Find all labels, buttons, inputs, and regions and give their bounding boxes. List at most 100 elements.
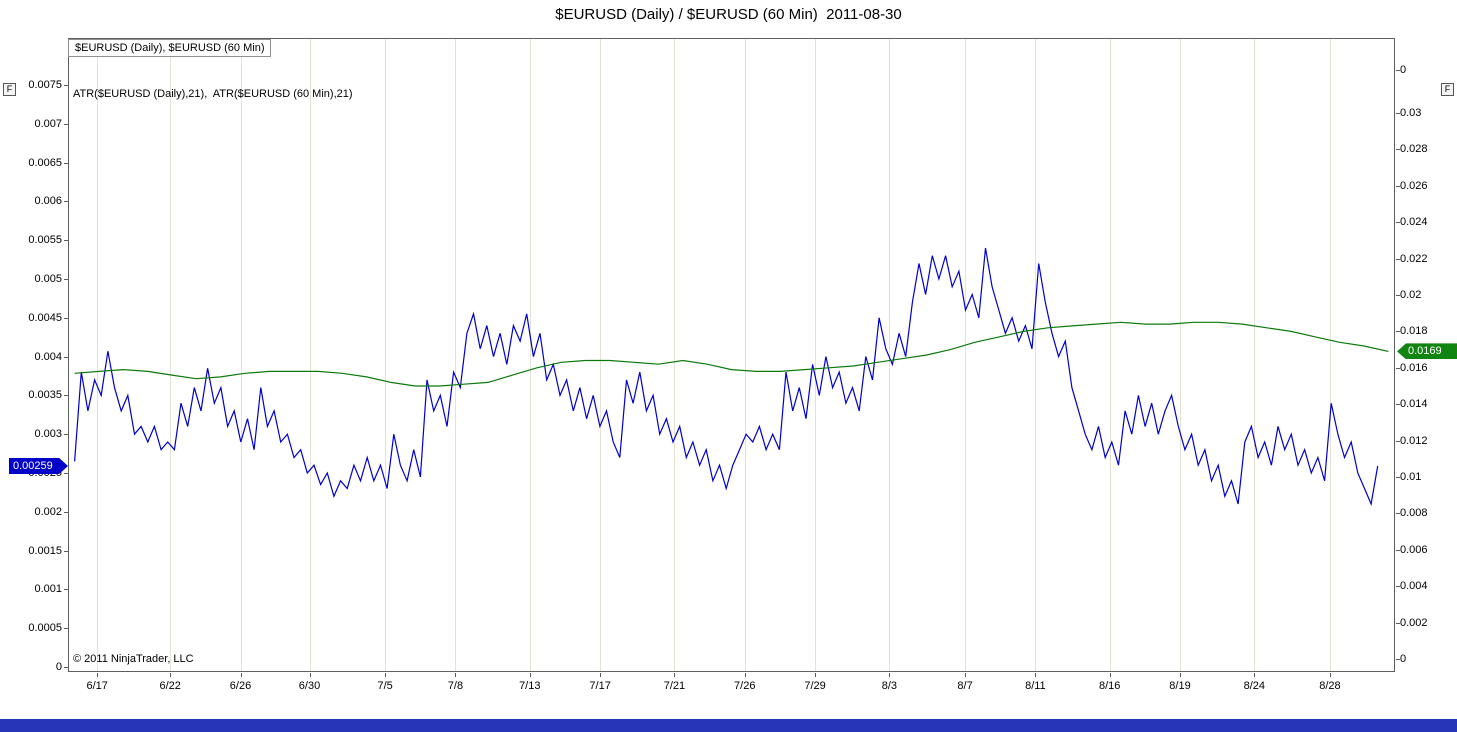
- x-axis-tick-label: 7/5: [377, 680, 393, 692]
- left-axis-tick-label: 0.006: [34, 195, 62, 208]
- x-axis-tick-label: 8/19: [1169, 680, 1191, 692]
- left-axis-tick-label: 0.003: [34, 428, 62, 441]
- x-axis-tick-label: 6/26: [229, 680, 252, 692]
- right-axis-tick: [1396, 222, 1400, 224]
- indicator-panel-label: ATR($EURUSD (Daily),21), ATR($EURUSD (60…: [73, 88, 353, 100]
- panel-focus-button-left[interactable]: F: [3, 83, 16, 96]
- x-axis-tick: [170, 673, 171, 677]
- right-axis-tick-label: 0.002: [1400, 616, 1428, 629]
- right-axis-tick: [1396, 258, 1400, 260]
- right-axis-tick: [1396, 185, 1400, 187]
- x-axis-tick: [241, 673, 242, 677]
- x-axis-tick-label: 8/11: [1025, 680, 1046, 692]
- right-axis-tick-label: 0.014: [1400, 398, 1428, 411]
- right-axis-tick-label: 0.008: [1400, 507, 1428, 520]
- x-axis-tick-label: 8/7: [957, 680, 973, 692]
- left-axis-tick: [64, 628, 68, 630]
- x-axis-tick: [674, 673, 675, 677]
- left-axis-tick: [64, 85, 68, 86]
- x-axis-tick: [1110, 673, 1111, 677]
- right-axis-tick: [1396, 549, 1400, 551]
- x-axis-tick: [385, 673, 386, 677]
- right-axis-tick: [1396, 586, 1400, 588]
- left-axis-tick: [64, 434, 68, 436]
- x-axis-tick-label: 7/13: [519, 680, 541, 692]
- right-axis-tick-label: 0: [1400, 653, 1407, 665]
- atr-daily-line: [74, 321, 1389, 387]
- left-axis-tick: [64, 240, 68, 242]
- left-axis-tick-label: 0.007: [34, 117, 62, 130]
- right-axis-tick: [1396, 622, 1400, 624]
- right-axis-tick: [1396, 513, 1400, 515]
- x-axis-tick: [1180, 673, 1181, 677]
- atr-60min-line: [74, 247, 1379, 507]
- right-axis-tick-label: 0.006: [1400, 543, 1428, 556]
- right-axis-tick-label: 0.022: [1400, 252, 1428, 265]
- x-axis-tick: [455, 673, 456, 677]
- x-axis-tick: [600, 673, 601, 677]
- x-axis-tick: [1330, 673, 1331, 677]
- blue-price-marker: 0.00259: [9, 458, 68, 475]
- x-axis-tick-label: 7/8: [447, 680, 464, 692]
- left-axis-tick: [64, 201, 68, 203]
- left-axis-tick-label: 0.0035: [28, 389, 62, 402]
- left-axis-tick: [64, 279, 68, 280]
- left-axis-tick: [64, 589, 68, 591]
- green-price-marker: 0.0169: [1397, 343, 1457, 360]
- right-axis-tick-label: 0.028: [1400, 143, 1428, 156]
- x-axis-tick: [889, 673, 890, 677]
- x-axis-tick-label: 6/22: [159, 680, 181, 692]
- left-axis-tick: [64, 511, 68, 513]
- left-axis-tick-label: 0.0065: [28, 156, 62, 169]
- right-axis-tick: [1396, 440, 1400, 442]
- left-axis-tick: [64, 356, 68, 358]
- x-axis-tick-label: 7/21: [663, 680, 686, 692]
- left-axis-tick-label: 0.004: [34, 350, 62, 363]
- right-axis-tick: [1396, 113, 1400, 114]
- left-axis-tick-label: 0: [55, 661, 62, 673]
- left-axis-tick-label: 0.0045: [28, 311, 62, 324]
- left-axis-tick-label: 0.0015: [28, 544, 62, 557]
- left-axis-tick-label: 0.005: [34, 273, 62, 285]
- right-axis-tick-label: 0.03: [1400, 107, 1422, 119]
- blue-price-value: 0.00259: [13, 460, 53, 473]
- left-axis-tick: [64, 123, 68, 125]
- x-axis-tick: [530, 673, 531, 677]
- x-axis-tick: [1254, 673, 1255, 677]
- panel-focus-button-right[interactable]: F: [1441, 83, 1454, 96]
- right-axis-tick-label: 0.016: [1400, 361, 1428, 374]
- right-axis-tick: [1396, 477, 1400, 478]
- price-panel-label: $EURUSD (Daily), $EURUSD (60 Min): [68, 39, 272, 57]
- left-axis-tick-label: 0.0005: [28, 622, 62, 635]
- x-axis-tick-label: 8/24: [1243, 680, 1266, 692]
- left-axis-tick: [64, 667, 68, 668]
- right-axis-tick: [1396, 659, 1400, 660]
- x-axis-tick-label: 7/17: [589, 680, 611, 692]
- right-axis-tick: [1396, 367, 1400, 369]
- x-axis-tick: [97, 673, 98, 677]
- left-axis-tick: [64, 317, 68, 319]
- right-axis-tick: [1396, 295, 1400, 296]
- x-axis-tick-label: 7/29: [804, 680, 826, 692]
- x-axis-tick: [965, 673, 966, 677]
- x-axis-tick-label: 6/17: [86, 680, 108, 692]
- right-axis-tick: [1396, 331, 1400, 333]
- green-price-value: 0.0169: [1408, 345, 1442, 358]
- plot-area[interactable]: [68, 38, 1395, 672]
- right-axis-tick: [1396, 149, 1400, 151]
- left-axis-tick: [64, 473, 68, 474]
- copyright-text: © 2011 NinjaTrader, LLC: [73, 653, 194, 665]
- right-axis-tick-label: 0.004: [1400, 580, 1428, 593]
- right-axis-tick-label: 0.026: [1400, 179, 1428, 192]
- price-panel-axis-label: 0: [1400, 64, 1407, 76]
- left-axis-tick: [64, 395, 68, 397]
- x-axis-tick: [815, 673, 816, 677]
- price-panel-axis-tick: [1396, 70, 1400, 71]
- left-axis-tick-label: 0.0055: [28, 234, 62, 247]
- x-axis-tick-label: 6/30: [298, 680, 321, 692]
- left-axis-tick: [64, 162, 68, 164]
- chart-title: $EURUSD (Daily) / $EURUSD (60 Min) 2011-…: [555, 6, 902, 23]
- right-axis-tick-label: 0.01: [1400, 471, 1422, 483]
- right-axis-tick-label: 0.024: [1400, 216, 1428, 229]
- x-axis-tick-label: 8/28: [1319, 680, 1341, 692]
